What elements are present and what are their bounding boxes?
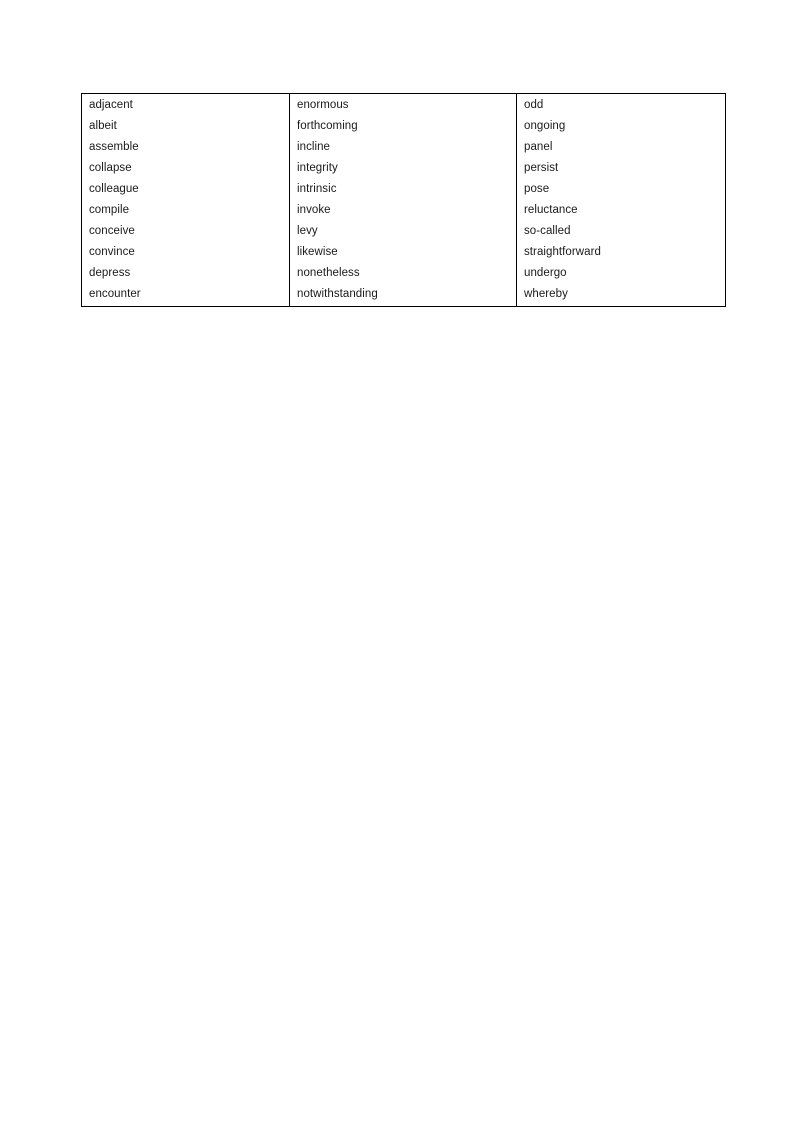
vocabulary-word-cell: colleague xyxy=(81,179,290,200)
vocabulary-word-cell: integrity xyxy=(289,158,517,179)
vocabulary-word-cell: convince xyxy=(81,242,290,263)
vocabulary-word-cell: forthcoming xyxy=(289,116,517,137)
vocabulary-word-cell: albeit xyxy=(81,116,290,137)
vocabulary-word-cell: likewise xyxy=(289,242,517,263)
vocabulary-word-cell: assemble xyxy=(81,137,290,158)
vocabulary-word-cell: pose xyxy=(524,183,550,195)
vocabulary-table: adjacent enormous odd albeit forthcoming ongo… xyxy=(81,93,726,307)
vocabulary-word-cell: notwithstanding xyxy=(289,284,517,307)
vocabulary-word-cell: ongoing xyxy=(524,120,566,132)
table-row: assemble incline panel xyxy=(81,137,726,158)
vocabulary-word-cell: intrinsic xyxy=(289,179,517,200)
vocabulary-word-cell: encounter xyxy=(81,284,290,307)
document-page: adjacent enormous odd albeit forthcoming ongo… xyxy=(0,0,794,1123)
vocabulary-word-cell: straightforward xyxy=(524,246,601,258)
table-row: collapse integrity persist xyxy=(81,158,726,179)
vocabulary-word-cell: reluctance xyxy=(524,204,578,216)
vocabulary-word-cell: adjacent xyxy=(81,93,290,116)
vocabulary-word-cell: conceive xyxy=(81,221,290,242)
vocabulary-word-cell: compile xyxy=(81,200,290,221)
table-row: compile invoke reluctance xyxy=(81,200,726,221)
vocabulary-word-cell: incline xyxy=(289,137,517,158)
vocabulary-word-cell: whereby xyxy=(524,288,568,300)
table-row: albeit forthcoming ongoing xyxy=(81,116,726,137)
vocabulary-word-cell: persist xyxy=(524,162,559,174)
vocabulary-word-cell: levy xyxy=(289,221,517,242)
vocabulary-word-cell: so-called xyxy=(524,225,571,237)
vocabulary-word-cell: odd xyxy=(524,99,544,111)
vocabulary-word-cell: enormous xyxy=(289,93,517,116)
table-row: convince likewise straightforward xyxy=(81,242,726,263)
vocabulary-word-cell: depress xyxy=(81,263,290,284)
vocabulary-table-body: adjacent enormous odd albeit forthcoming ongo… xyxy=(81,93,726,307)
table-row: colleague intrinsic pose xyxy=(81,179,726,200)
vocabulary-word-cell: undergo xyxy=(524,267,567,279)
vocabulary-word-cell: nonetheless xyxy=(289,263,517,284)
table-row: conceive levy so-called xyxy=(81,221,726,242)
table-row: encounter notwithstanding whereby xyxy=(81,284,726,307)
vocabulary-word-cell: invoke xyxy=(289,200,517,221)
vocabulary-word-cell: collapse xyxy=(81,158,290,179)
vocabulary-word-cell: panel xyxy=(524,141,553,153)
table-row: depress nonetheless undergo xyxy=(81,263,726,284)
table-row: adjacent enormous odd xyxy=(81,93,726,116)
